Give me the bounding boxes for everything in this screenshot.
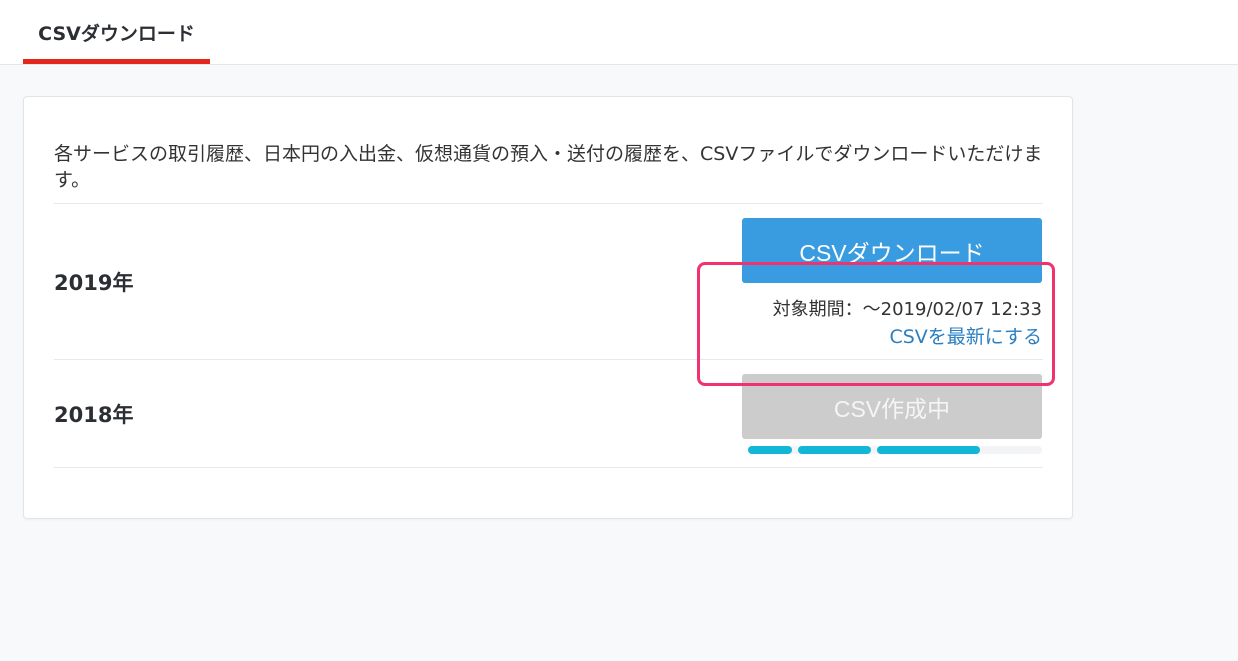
- divider: [54, 467, 1043, 468]
- active-tab-indicator: [23, 59, 210, 64]
- tab-csv-download[interactable]: CSVダウンロード: [23, 0, 210, 64]
- top-nav: CSVダウンロード: [0, 0, 1238, 65]
- divider: [54, 359, 1043, 360]
- year-label-2019: 2019年: [54, 271, 134, 295]
- refresh-csv-link[interactable]: CSVを最新にする: [889, 322, 1042, 349]
- csv-download-button[interactable]: CSVダウンロード: [742, 218, 1042, 283]
- csv-generating-button: CSV作成中: [742, 374, 1042, 439]
- tab-label: CSVダウンロード: [38, 22, 195, 45]
- progress-segment: [877, 446, 981, 454]
- csv-progress-bar: [748, 446, 1042, 454]
- target-period-text: 対象期間：〜2019/02/07 12:33: [772, 299, 1042, 320]
- progress-segment: [797, 446, 872, 454]
- description-text: 各サービスの取引履歴、日本円の入出金、仮想通貨の預入・送付の履歴を、CSVファイ…: [54, 143, 1043, 191]
- year-label-2018: 2018年: [54, 403, 134, 427]
- csv-download-card: 各サービスの取引履歴、日本円の入出金、仮想通貨の預入・送付の履歴を、CSVファイ…: [23, 96, 1073, 519]
- progress-segment: [748, 446, 793, 454]
- divider: [54, 203, 1043, 204]
